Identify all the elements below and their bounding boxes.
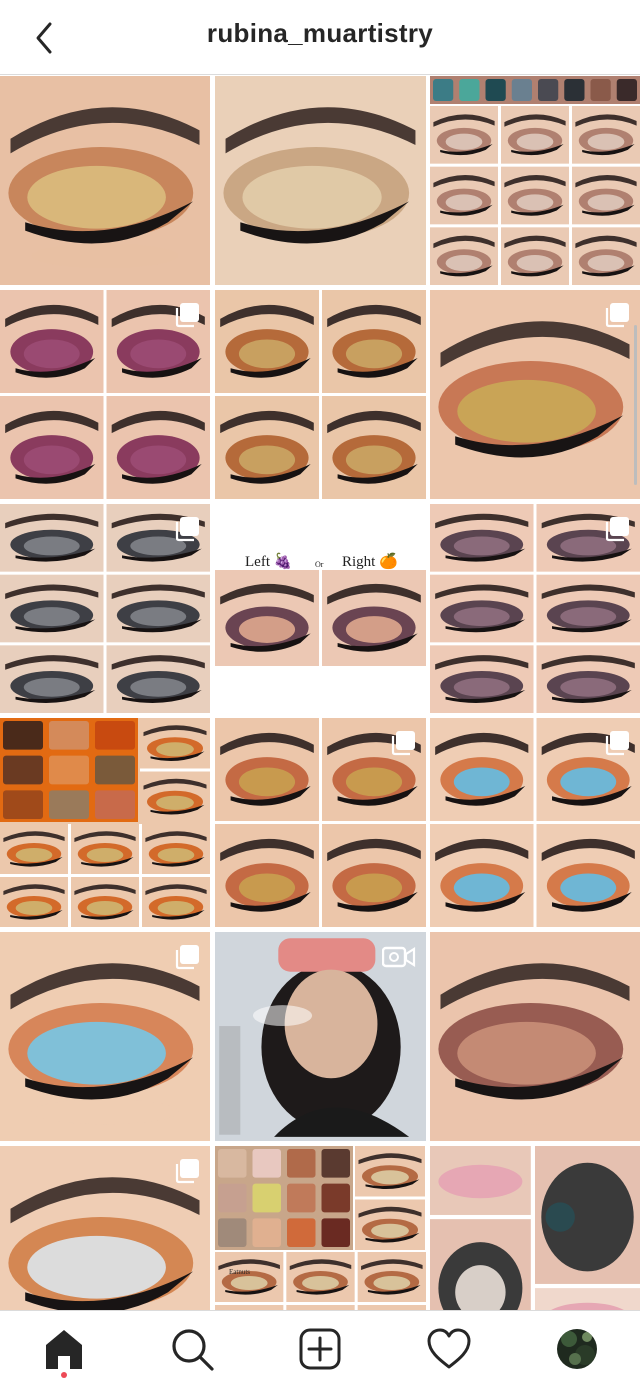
post-thumbnail-image — [215, 1146, 426, 1310]
video-icon — [382, 944, 416, 970]
grid-post-10[interactable] — [0, 718, 210, 927]
post-thumbnail-image — [430, 76, 640, 285]
tab-profile[interactable] — [553, 1325, 601, 1373]
avatar — [557, 1329, 597, 1369]
grid-post-12[interactable] — [430, 718, 640, 927]
grid-post-6[interactable] — [430, 290, 640, 499]
scroll-indicator[interactable] — [634, 325, 637, 485]
post-label-palette: Eatnuts — [229, 1268, 250, 1276]
grid-post-14[interactable] — [215, 932, 426, 1141]
post-label-right: Right 🍊 — [342, 554, 398, 570]
post-grid: Left 🍇 Or Right 🍊 Eatnuts — [0, 76, 640, 1310]
notification-dot — [61, 1372, 67, 1378]
tab-search[interactable] — [168, 1325, 216, 1373]
grid-post-3[interactable] — [430, 76, 640, 285]
grid-post-1[interactable] — [0, 76, 210, 285]
carousel-icon — [174, 516, 200, 542]
grid-post-5[interactable] — [215, 290, 426, 499]
grid-post-8[interactable]: Left 🍇 Or Right 🍊 — [215, 504, 426, 713]
home-icon — [46, 1330, 82, 1369]
grid-post-4[interactable] — [0, 290, 210, 499]
post-thumbnail-image — [215, 504, 426, 713]
carousel-icon — [604, 302, 630, 328]
search-icon — [172, 1329, 214, 1371]
post-thumbnail-image — [430, 1146, 640, 1310]
carousel-icon — [174, 1158, 200, 1184]
grid-post-7[interactable] — [0, 504, 210, 713]
grid-post-15[interactable] — [430, 932, 640, 1141]
grid-post-17[interactable]: Eatnuts — [215, 1146, 426, 1310]
post-label-or: Or — [315, 560, 324, 569]
carousel-icon — [604, 730, 630, 756]
add-post-icon — [299, 1328, 341, 1370]
profile-username: rubina_muartistry — [206, 18, 434, 48]
carousel-icon — [174, 944, 200, 970]
grid-post-2[interactable] — [215, 76, 426, 285]
grid-post-11[interactable] — [215, 718, 426, 927]
carousel-icon — [604, 516, 630, 542]
header: rubina_muartistry — [0, 0, 640, 75]
grid-post-18[interactable] — [430, 1146, 640, 1310]
carousel-icon — [390, 730, 416, 756]
post-thumbnail-image — [0, 76, 210, 285]
tab-activity[interactable] — [425, 1325, 473, 1373]
tab-new-post[interactable] — [296, 1325, 344, 1373]
post-thumbnail-image — [0, 718, 210, 927]
bottom-tab-bar — [0, 1310, 640, 1386]
grid-post-9[interactable] — [430, 504, 640, 713]
post-label-left: Left 🍇 — [245, 554, 293, 570]
post-thumbnail-image — [215, 290, 426, 499]
grid-post-13[interactable] — [0, 932, 210, 1141]
post-thumbnail-image — [215, 76, 426, 285]
post-thumbnail-image — [430, 932, 640, 1141]
heart-icon — [427, 1328, 471, 1369]
carousel-icon — [174, 302, 200, 328]
tab-home[interactable] — [40, 1325, 88, 1373]
grid-post-16[interactable] — [0, 1146, 210, 1310]
